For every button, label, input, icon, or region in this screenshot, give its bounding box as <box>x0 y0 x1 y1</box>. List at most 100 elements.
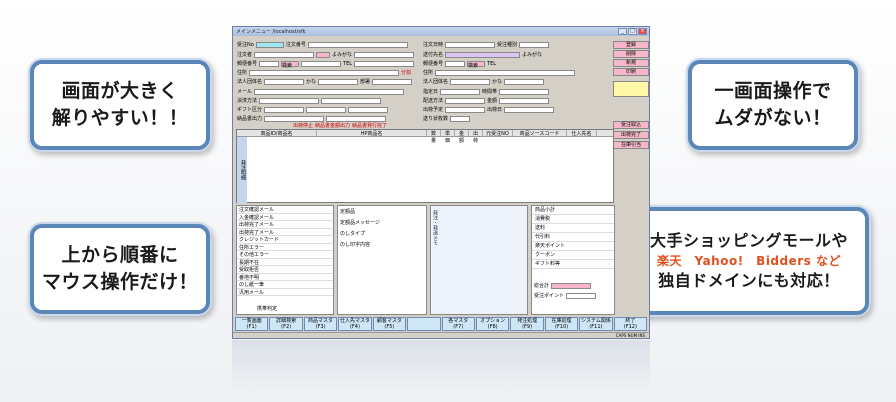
function-key-button[interactable]: システム関係 (F11) <box>579 317 613 331</box>
notes-panel[interactable]: 発注・発送メモ <box>430 205 528 315</box>
tel-field[interactable] <box>354 60 415 67</box>
col-product: 商品ID/商品名 <box>237 130 317 137</box>
callout-text: マウス操作だけ！ <box>41 271 198 293</box>
label-dest-address: 住所 <box>423 70 434 76</box>
label-order-date: 注文日時 <box>423 42 444 48</box>
mail-item[interactable]: のし紙一筆 <box>237 281 333 289</box>
label-order-points: 受注ポイント <box>534 293 565 299</box>
dept-field[interactable] <box>372 78 413 85</box>
flag-stop-shipping[interactable]: 出荷停止 <box>293 122 313 129</box>
furigana-field[interactable] <box>354 51 415 58</box>
mail-field[interactable] <box>254 88 405 95</box>
mail-item[interactable]: 出荷完了メール <box>237 229 333 236</box>
function-key-button[interactable]: 終了 (F12) <box>613 317 648 331</box>
flag-invoice-amount[interactable]: 納品書金額出力 <box>315 122 350 129</box>
callout-text: 解りやすい！！ <box>51 107 189 129</box>
function-key-button[interactable]: 各マスタ (F7) <box>441 317 475 331</box>
function-key-button[interactable]: 在庫処理 (F10) <box>544 317 579 331</box>
function-key-button[interactable]: 顧客マスタ (F5) <box>372 317 407 331</box>
mail-item[interactable]: 長期不在 <box>237 259 333 266</box>
payment-select[interactable] <box>259 97 320 104</box>
gift-select[interactable] <box>264 106 305 113</box>
ship-date-field[interactable] <box>504 106 555 113</box>
payment-detail-select[interactable] <box>321 97 382 104</box>
dest-kana-field[interactable] <box>504 78 545 85</box>
mail-item[interactable]: クレジットカード <box>237 236 333 244</box>
mail-item[interactable]: 注文確認メール <box>237 206 333 214</box>
orderer-field[interactable] <box>254 51 315 58</box>
function-key-button[interactable]: 一覧画面 (F1) <box>235 317 269 331</box>
mail-item[interactable]: 汎用メール <box>237 289 333 296</box>
order-date-field[interactable] <box>445 41 496 48</box>
invoice-select[interactable] <box>264 115 325 122</box>
label-dest-furigana: よみがな <box>522 52 543 58</box>
designated-date-field[interactable] <box>440 88 481 95</box>
delete-button[interactable]: 削除 <box>613 50 649 58</box>
line-items-table[interactable]: 商品ID/商品名 HP商品名 数量 単価 金額 出荷 元受注NO 商品ソースコー… <box>236 129 614 203</box>
invoice-date-field[interactable] <box>326 115 387 122</box>
mail-item[interactable]: 入金確認メール <box>237 214 333 221</box>
notes-side-label: 発注・発送メモ <box>432 210 438 245</box>
timezone-select[interactable] <box>499 88 550 95</box>
amount-field[interactable] <box>499 97 550 104</box>
orderer-search-button[interactable] <box>316 51 331 58</box>
new-button[interactable]: 新規 <box>613 59 649 67</box>
dest-zip-search-button[interactable]: 検索 <box>467 60 486 69</box>
dest-address-field[interactable] <box>435 69 576 76</box>
label-dest-kana: かな <box>492 79 503 85</box>
function-key-button[interactable]: オプション (F8) <box>475 317 510 331</box>
misc-button[interactable] <box>613 81 649 97</box>
zip-field[interactable] <box>259 60 280 67</box>
mail-panel: 注文確認メール 入金確認メール 出荷完了メール 出荷完了メール クレジットカード 住所エラ… <box>236 205 334 315</box>
label-tel: TEL <box>343 60 353 67</box>
stock-allocate-button[interactable]: 在庫引当 <box>613 141 649 149</box>
label-dest-tel: TEL <box>487 60 497 67</box>
function-key-button[interactable] <box>407 317 441 331</box>
flag-invoice-done[interactable]: 納品書発行完了 <box>352 122 387 129</box>
gift-option-select[interactable] <box>306 106 347 113</box>
function-key-button[interactable]: 仕入先マスタ (F4) <box>338 317 372 331</box>
import-orders-button[interactable]: 受注取込 <box>613 121 649 129</box>
order-no-field[interactable] <box>255 41 284 48</box>
function-key-button[interactable]: 詳細検索 (F2) <box>269 317 303 331</box>
dest-company-field[interactable] <box>450 78 491 85</box>
close-button[interactable]: × <box>638 28 647 35</box>
label-company: 法人団体名 <box>237 79 263 85</box>
label-dept: 部署 <box>360 79 371 85</box>
print-button[interactable]: 印刷 <box>613 68 649 76</box>
function-key-button[interactable]: 商品マスタ (F3) <box>303 317 338 331</box>
mail-item[interactable]: 番地不明 <box>237 274 333 281</box>
customer-no-field[interactable] <box>307 41 408 48</box>
register-button[interactable]: 登録 <box>613 41 649 49</box>
mail-item[interactable]: 住所エラー <box>237 244 333 251</box>
function-key-button[interactable]: 発注処理 (F9) <box>510 317 544 331</box>
zip-search-button[interactable]: 検索 <box>281 60 300 69</box>
dest-zip-field[interactable] <box>445 60 466 67</box>
dest-field[interactable] <box>445 51 521 58</box>
memo-panel: 定額品 定額品メッセージ のしタイプ のし印字内容 <box>337 205 427 315</box>
company-field[interactable] <box>264 78 305 85</box>
order-points-field[interactable] <box>566 292 597 299</box>
minimize-button[interactable]: _ <box>618 28 627 35</box>
address-field[interactable] <box>249 69 400 76</box>
mail-item[interactable]: 出荷完了メール <box>237 221 333 229</box>
company-kana-field[interactable] <box>318 78 359 85</box>
label-dest-company: 法人団体名 <box>423 79 449 85</box>
prefecture-select[interactable] <box>301 60 342 67</box>
ship-complete-button[interactable]: 出荷完了 <box>613 131 649 139</box>
col-ship: 出荷 <box>469 130 483 144</box>
window-reflection <box>232 340 650 390</box>
order-type-select[interactable] <box>519 41 550 48</box>
app-window: メインメニュー /localhost/sfk _ □ × 受注No 注文番号 注… <box>232 26 650 339</box>
mail-item[interactable]: 受取拒否 <box>237 266 333 274</box>
callout-text: 大手ショッピングモールや <box>649 231 848 250</box>
slip-count-field[interactable] <box>450 115 471 122</box>
mail-item[interactable]: その他エラー <box>237 251 333 259</box>
gift-date-field[interactable] <box>348 106 389 113</box>
status-bar: CAPS NUM INS <box>233 332 649 338</box>
sum-item: ギフト料等 <box>532 260 614 269</box>
delivery-select[interactable] <box>445 97 486 104</box>
label-fixed-message: 定額品メッセージ <box>340 220 380 226</box>
maximize-button[interactable]: □ <box>628 28 637 35</box>
ship-plan-field[interactable] <box>445 106 486 113</box>
